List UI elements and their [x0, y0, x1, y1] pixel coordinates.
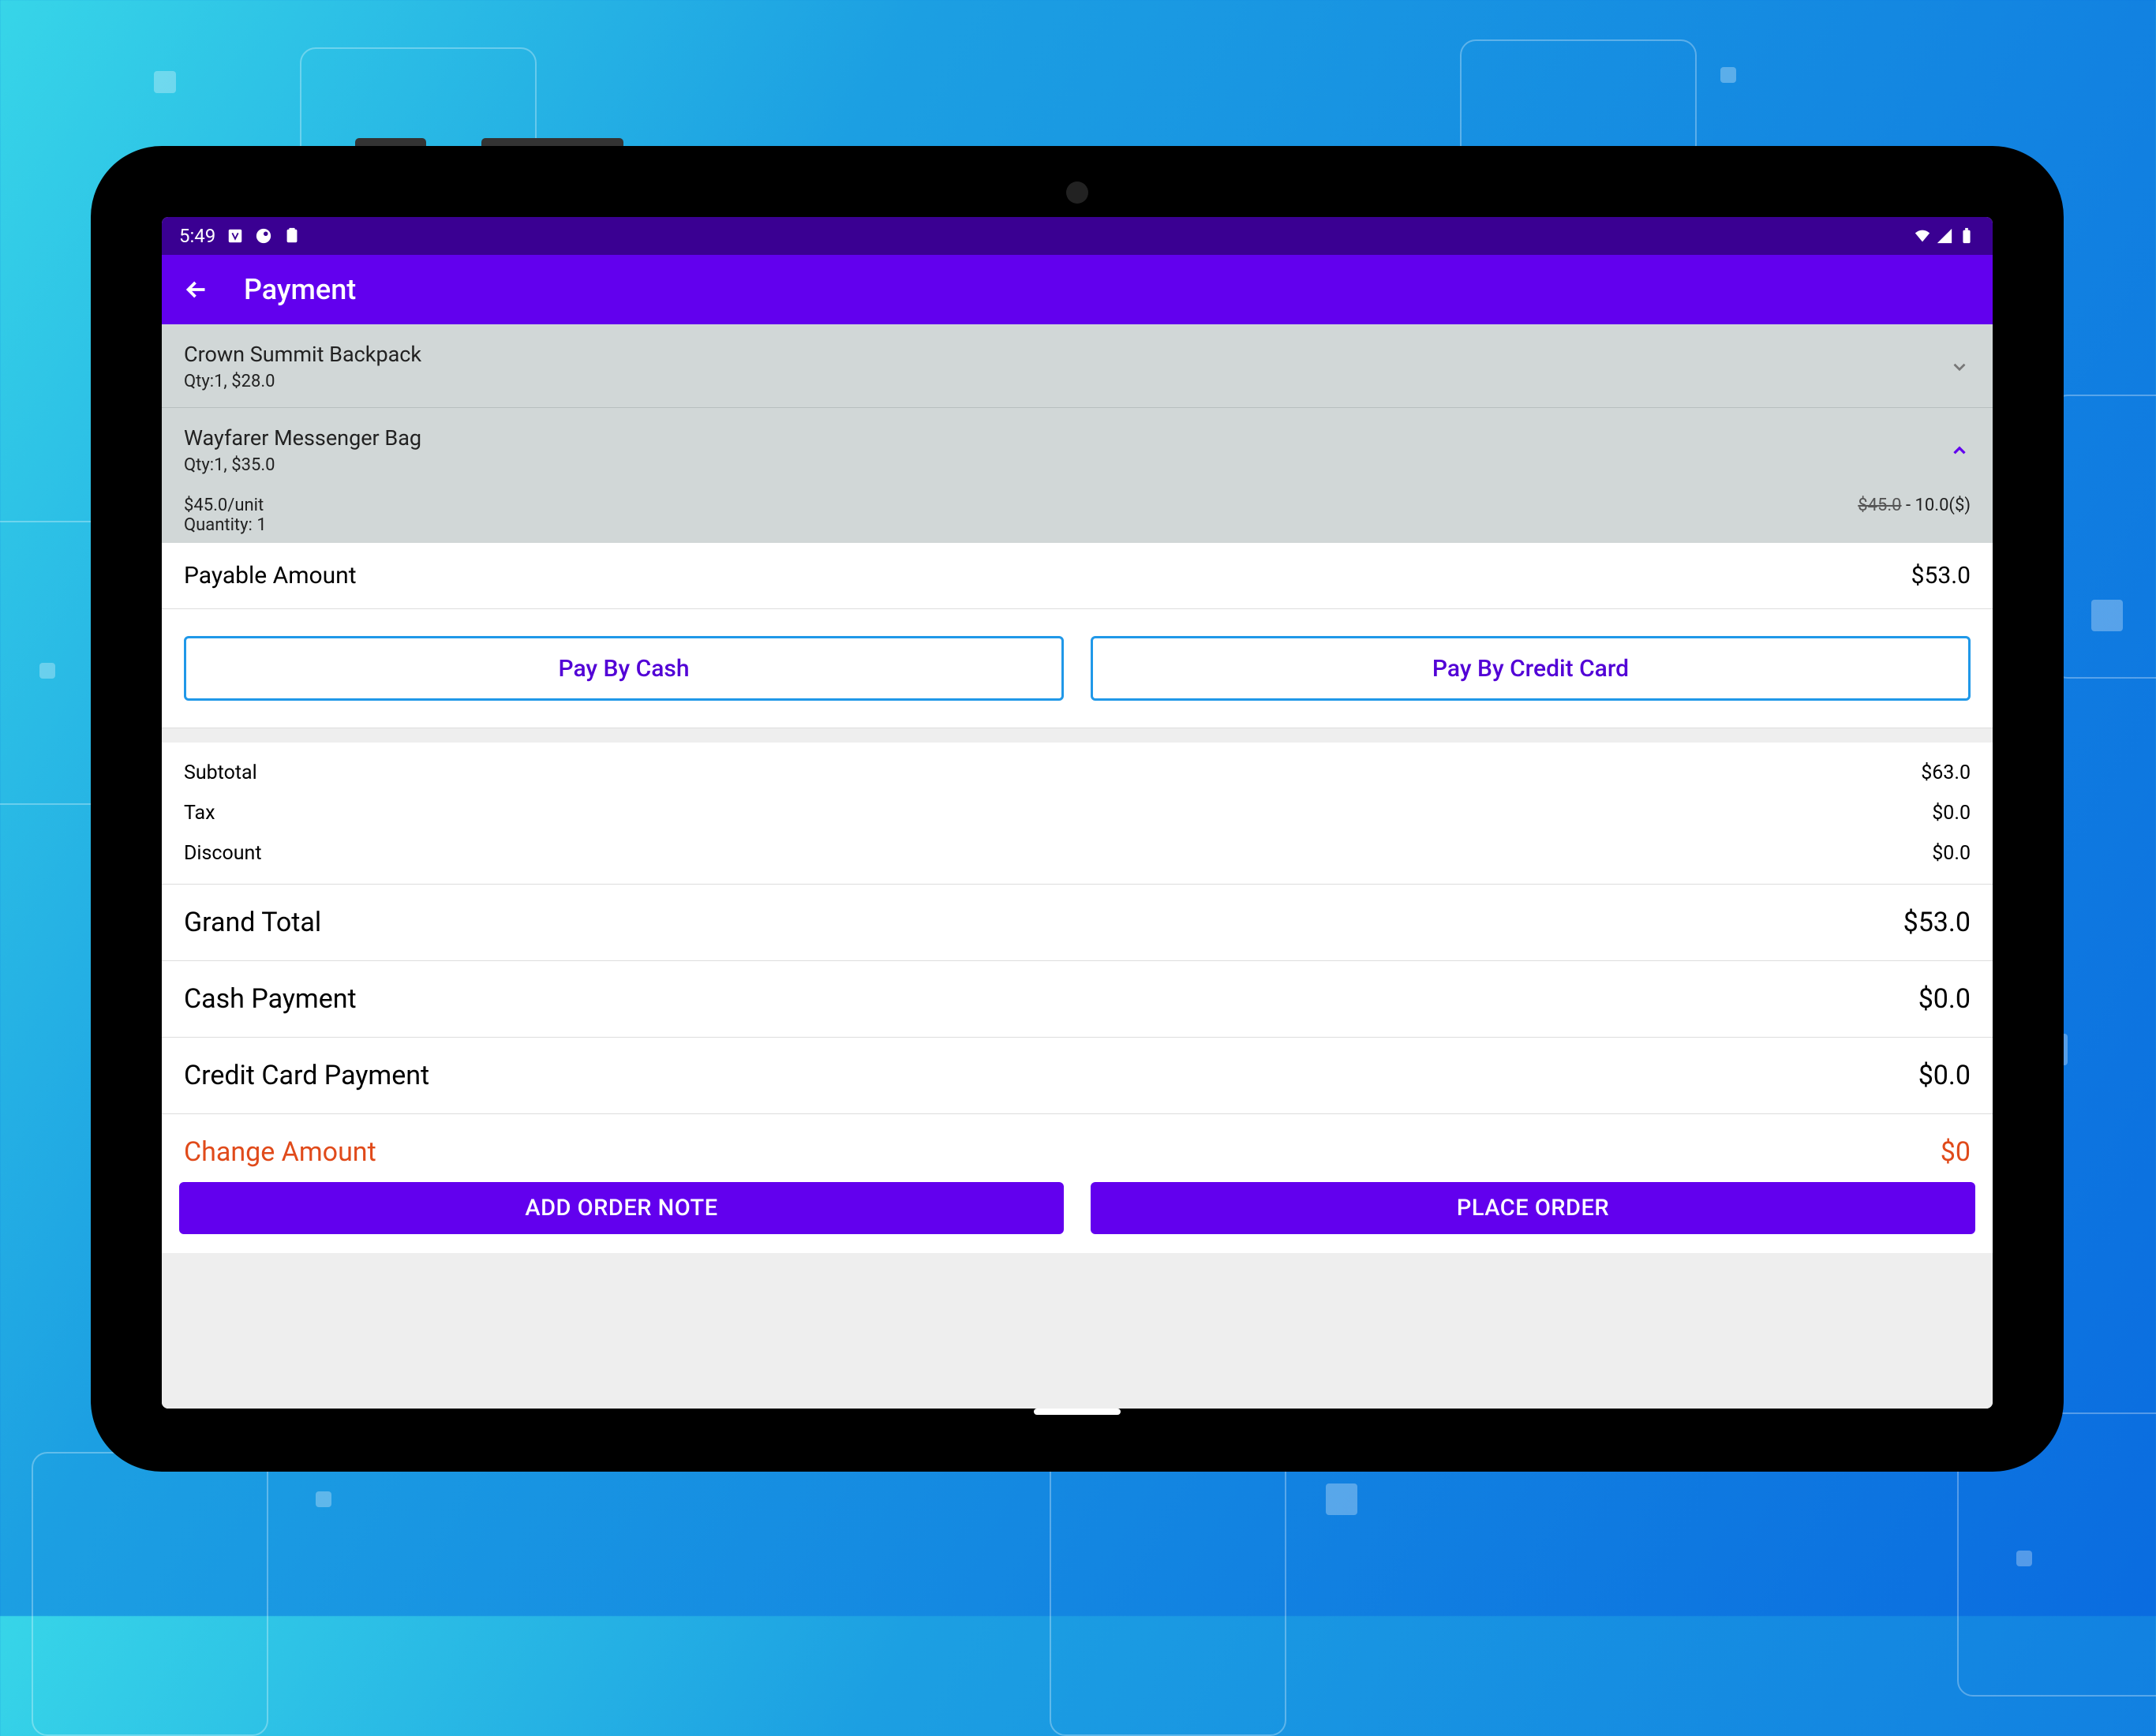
cash-payment-value: $0.0 [1918, 983, 1971, 1015]
change-amount-row: Change Amount $0 [162, 1114, 1993, 1169]
status-app-icon [226, 227, 244, 245]
status-time: 5:49 [179, 225, 215, 247]
quantity: Quantity: 1 [184, 515, 267, 535]
page-title: Payment [244, 273, 356, 306]
discount-label: Discount [184, 842, 262, 865]
cart-item-detail: $45.0/unit Quantity: 1 $45.0 - 10.0($) [162, 491, 1993, 543]
content: Crown Summit Backpack Qty:1, $28.0 Wayfa… [162, 324, 1993, 1409]
subtotal-value: $63.0 [1921, 761, 1971, 784]
tax-row: Tax $0.0 [162, 795, 1993, 836]
unit-price: $45.0/unit [184, 496, 267, 515]
cart-item-name: Wayfarer Messenger Bag [184, 425, 421, 451]
grand-total-label: Grand Total [184, 907, 321, 938]
wifi-icon [1914, 227, 1931, 245]
signal-icon [1936, 227, 1953, 245]
grand-total-value: $53.0 [1903, 907, 1971, 938]
cash-payment-label: Cash Payment [184, 983, 357, 1015]
payable-row: Payable Amount $53.0 [162, 543, 1993, 609]
chevron-down-icon[interactable] [1948, 356, 1971, 378]
back-button[interactable] [181, 274, 212, 305]
cash-payment-row: Cash Payment $0.0 [162, 961, 1993, 1038]
status-clipboard-icon [283, 227, 301, 245]
cart-item[interactable]: Wayfarer Messenger Bag Qty:1, $35.0 [162, 408, 1993, 491]
card-payment-value: $0.0 [1918, 1060, 1971, 1091]
tax-value: $0.0 [1932, 802, 1971, 825]
original-price: $45.0 [1858, 496, 1901, 515]
payable-value: $53.0 [1911, 562, 1971, 589]
card-payment-row: Credit Card Payment $0.0 [162, 1038, 1993, 1114]
subtotal-label: Subtotal [184, 761, 257, 784]
grand-total-row: Grand Total $53.0 [162, 885, 1993, 961]
pay-by-card-button[interactable]: Pay By Credit Card [1091, 636, 1971, 701]
bottom-bar: ADD ORDER NOTE PLACE ORDER [162, 1169, 1993, 1253]
status-bar: 5:49 [162, 217, 1993, 255]
screen: 5:49 [162, 217, 1993, 1409]
arrow-left-icon [182, 275, 211, 304]
cart-item[interactable]: Crown Summit Backpack Qty:1, $28.0 [162, 324, 1993, 408]
status-circle-icon [255, 227, 272, 245]
change-value: $0 [1941, 1136, 1971, 1168]
totals-block: Subtotal $63.0 Tax $0.0 Discount $0.0 [162, 743, 1993, 885]
payable-label: Payable Amount [184, 562, 357, 589]
change-label: Change Amount [184, 1136, 376, 1168]
pay-method-row: Pay By Cash Pay By Credit Card [162, 609, 1993, 728]
pay-by-cash-button[interactable]: Pay By Cash [184, 636, 1064, 701]
discount-applied: - 10.0($) [1902, 496, 1971, 515]
cart-item-sub: Qty:1, $35.0 [184, 455, 421, 475]
discount-row: Discount $0.0 [162, 836, 1993, 876]
chevron-up-icon[interactable] [1948, 440, 1971, 462]
subtotal-row: Subtotal $63.0 [162, 750, 1993, 795]
card-payment-label: Credit Card Payment [184, 1060, 429, 1091]
discount-value: $0.0 [1932, 842, 1971, 865]
place-order-button[interactable]: PLACE ORDER [1091, 1182, 1975, 1234]
tax-label: Tax [184, 802, 215, 825]
battery-icon [1958, 227, 1975, 245]
app-bar: Payment [162, 255, 1993, 324]
cart-item-name: Crown Summit Backpack [184, 342, 421, 367]
cart-item-sub: Qty:1, $28.0 [184, 372, 421, 391]
nav-pill[interactable] [1034, 1409, 1121, 1415]
add-order-note-button[interactable]: ADD ORDER NOTE [179, 1182, 1064, 1234]
tablet-frame: 5:49 [91, 146, 2064, 1472]
